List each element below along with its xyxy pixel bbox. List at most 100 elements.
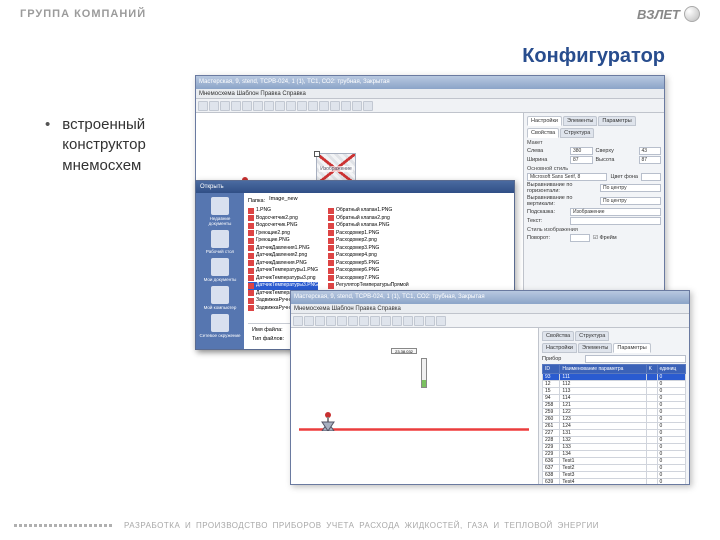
- toolbar-button[interactable]: [231, 101, 241, 111]
- table-row[interactable]: 2281320: [543, 437, 686, 444]
- toolbar-button[interactable]: [253, 101, 263, 111]
- toolbar-button[interactable]: [341, 101, 351, 111]
- toolbar-button[interactable]: [198, 101, 208, 111]
- file-item[interactable]: Обратный клапан.PNG: [328, 222, 409, 230]
- input-font[interactable]: Microsoft Sans Serif, 8: [527, 173, 607, 181]
- input-hint[interactable]: Изображение: [570, 208, 661, 216]
- file-item[interactable]: Расходомер5.PNG: [328, 260, 409, 268]
- file-item[interactable]: ДатчикДавления2.png: [248, 252, 318, 260]
- tab-settings[interactable]: Настройки: [527, 116, 562, 126]
- toolbar-button[interactable]: [304, 316, 314, 326]
- select-valign[interactable]: По центру: [600, 197, 661, 205]
- file-item[interactable]: Греющие.PNG: [248, 237, 318, 245]
- col-id[interactable]: ID: [543, 365, 560, 374]
- window-toolbar[interactable]: [196, 99, 664, 113]
- select-halign[interactable]: По центру: [600, 184, 661, 192]
- input-top[interactable]: 43: [639, 147, 662, 155]
- color-picker[interactable]: [641, 173, 661, 181]
- toolbar-button[interactable]: [286, 101, 296, 111]
- file-item[interactable]: Водосчетчик2.png: [248, 215, 318, 223]
- window-toolbar[interactable]: [291, 314, 689, 328]
- toolbar-button[interactable]: [381, 316, 391, 326]
- table-row[interactable]: 637Test20: [543, 465, 686, 472]
- file-item[interactable]: ДатчикДавления.PNG: [248, 260, 318, 268]
- tab-props[interactable]: Свойства: [527, 128, 559, 138]
- file-item[interactable]: Греющие2.png: [248, 230, 318, 238]
- file-item[interactable]: ДатчикДавления1.PNG: [248, 245, 318, 253]
- toolbar-button[interactable]: [337, 316, 347, 326]
- mnemoscheme-canvas[interactable]: 23.38.032: [291, 328, 539, 484]
- toolbar-button[interactable]: [326, 316, 336, 326]
- toolbar-button[interactable]: [414, 316, 424, 326]
- tab-params[interactable]: Параметры: [613, 343, 650, 353]
- input-left[interactable]: 380: [570, 147, 593, 155]
- valve-icon[interactable]: [319, 411, 337, 431]
- col-unit[interactable]: единиц: [657, 365, 686, 374]
- toolbar-button[interactable]: [308, 101, 318, 111]
- toolbar-button[interactable]: [293, 316, 303, 326]
- table-row[interactable]: 639Test40: [543, 479, 686, 485]
- folder-combo[interactable]: Image_new: [269, 196, 510, 205]
- table-row[interactable]: 2611240: [543, 423, 686, 430]
- table-row[interactable]: 2591220: [543, 409, 686, 416]
- toolbar-button[interactable]: [209, 101, 219, 111]
- toolbar-button[interactable]: [370, 316, 380, 326]
- toolbar-button[interactable]: [264, 101, 274, 111]
- toolbar-button[interactable]: [220, 101, 230, 111]
- toolbar-button[interactable]: [319, 101, 329, 111]
- table-row[interactable]: 2581210: [543, 402, 686, 409]
- toolbar-button[interactable]: [359, 316, 369, 326]
- place-desktop[interactable]: Рабочий стол: [198, 230, 242, 254]
- window-menubar[interactable]: Мнемосхема Шаблон Правка Справка: [196, 89, 664, 99]
- params-table[interactable]: ID Наименование параметра K единиц 93111…: [542, 364, 686, 484]
- toolbar-button[interactable]: [242, 101, 252, 111]
- file-item[interactable]: РегуляторТемпературыПрямой: [328, 282, 409, 290]
- tab-params[interactable]: Параметры: [598, 116, 635, 126]
- table-row[interactable]: 2271310: [543, 430, 686, 437]
- toolbar-button[interactable]: [315, 316, 325, 326]
- tab-settings[interactable]: Настройки: [542, 343, 577, 353]
- toolbar-button[interactable]: [392, 316, 402, 326]
- place-mycomputer[interactable]: Мой компьютер: [198, 286, 242, 310]
- file-item[interactable]: Расходомер7.PNG: [328, 275, 409, 283]
- file-item[interactable]: 1.PNG: [248, 207, 318, 215]
- table-row[interactable]: 121120: [543, 381, 686, 388]
- file-item[interactable]: Расходомер1.PNG: [328, 230, 409, 238]
- window-titlebar[interactable]: Мастерская, 9, stend, ТСРВ-024, 1 (1), Т…: [196, 76, 664, 89]
- col-k[interactable]: K: [646, 365, 657, 374]
- file-item[interactable]: Расходомер2.png: [328, 237, 409, 245]
- input-rotate[interactable]: [570, 234, 590, 242]
- toolbar-button[interactable]: [403, 316, 413, 326]
- input-width[interactable]: 87: [570, 156, 593, 164]
- level-gauge[interactable]: [421, 358, 427, 388]
- table-row[interactable]: 638Test30: [543, 472, 686, 479]
- table-row[interactable]: 636Test10: [543, 458, 686, 465]
- place-mydocs[interactable]: Мои документы: [198, 258, 242, 282]
- input-text[interactable]: [570, 217, 661, 225]
- tab-elements[interactable]: Элементы: [563, 116, 597, 126]
- toolbar-button[interactable]: [352, 101, 362, 111]
- window-menubar[interactable]: Мнемосхема Шаблон Правка Справка: [291, 304, 689, 314]
- table-row[interactable]: 941140: [543, 395, 686, 402]
- tab-struct[interactable]: Структура: [560, 128, 594, 138]
- file-item[interactable]: ДатчикТемпературы1.PNG: [248, 267, 318, 275]
- toolbar-button[interactable]: [275, 101, 285, 111]
- tab-struct[interactable]: Структура: [575, 331, 609, 341]
- window-titlebar[interactable]: Мастерская, 9, stend, ТСРВ-024, 1 (1), Т…: [291, 291, 689, 304]
- file-item[interactable]: Расходомер6.PNG: [328, 267, 409, 275]
- toolbar-button[interactable]: [348, 316, 358, 326]
- place-recent[interactable]: Недавние документы: [198, 197, 242, 226]
- file-item[interactable]: Обратный клапан2.png: [328, 215, 409, 223]
- file-item[interactable]: ДатчикТемпературы3.PNG: [248, 282, 318, 290]
- table-row[interactable]: 2601230: [543, 416, 686, 423]
- table-row[interactable]: 2291340: [543, 451, 686, 458]
- place-network[interactable]: Сетевое окружение: [198, 314, 242, 338]
- file-item[interactable]: Расходомер4.png: [328, 252, 409, 260]
- toolbar-button[interactable]: [330, 101, 340, 111]
- col-name[interactable]: Наименование параметра: [560, 365, 646, 374]
- file-item[interactable]: ДатчикТемпературы3.png: [248, 275, 318, 283]
- pribor-combo[interactable]: [585, 355, 686, 363]
- tab-elements[interactable]: Элементы: [578, 343, 612, 353]
- toolbar-button[interactable]: [363, 101, 373, 111]
- tab-props[interactable]: Свойства: [542, 331, 574, 341]
